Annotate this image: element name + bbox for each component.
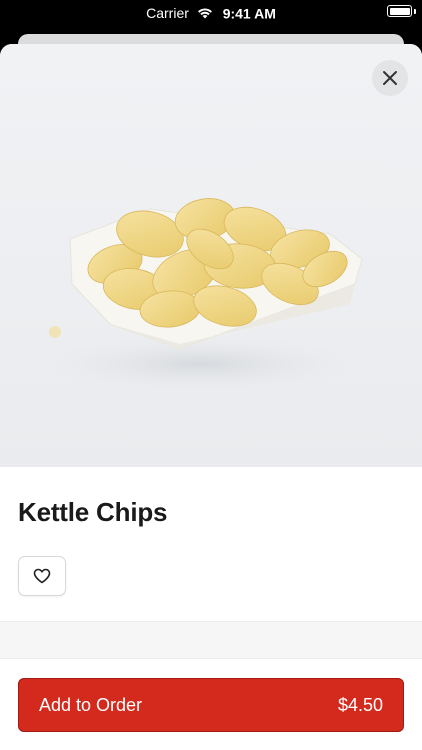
add-to-order-label: Add to Order [39,694,143,715]
product-title: Kettle Chips [18,497,168,527]
close-button[interactable] [372,60,408,96]
add-to-order-button[interactable]: Add to Order $4.50 [18,678,404,732]
product-sheet: Kettle Chips Add to Order $4.50 [0,44,422,750]
price-label: $4.50 [337,694,383,715]
clock: 9:41 AM [222,5,276,22]
battery-tip [414,9,416,14]
favorite-button[interactable] [18,556,66,596]
battery-icon [387,5,412,17]
status-bar: Carrier 9:41 AM [0,0,422,26]
kettle-chips-photo [30,198,370,394]
heart-icon [33,568,51,584]
product-image [0,44,422,467]
wifi-icon [197,8,212,19]
carrier-label: Carrier [146,5,189,22]
close-icon [383,71,397,85]
section-divider [0,621,422,659]
